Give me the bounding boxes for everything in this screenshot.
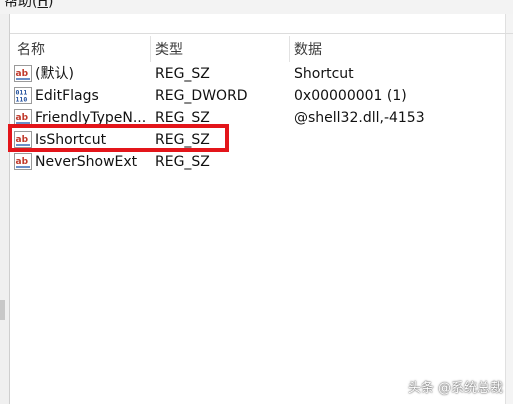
value-name: IsShortcut — [35, 132, 107, 148]
list-top-divider — [10, 33, 513, 34]
menu-bar: 帮助(H) — [0, 0, 513, 14]
registry-editor-window: 帮助(H) 名称 类型 数据 ab (默认) REG_SZ Shortcut 0… — [0, 0, 513, 404]
string-value-icon: ab — [14, 153, 32, 170]
binary-value-icon: 011 110 — [14, 87, 32, 104]
column-header-name[interactable]: 名称 — [17, 40, 45, 60]
value-name: (默认) — [35, 66, 74, 82]
value-data: Shortcut — [294, 66, 354, 82]
svg-text:ab: ab — [16, 135, 29, 145]
column-header-data[interactable]: 数据 — [294, 40, 322, 60]
watermark-text: 头条 @系统总裁 — [407, 381, 503, 396]
svg-text:ab: ab — [16, 157, 29, 167]
table-row[interactable]: ab FriendlyTypeN... REG_SZ @shell32.dll,… — [14, 107, 504, 129]
value-name: NeverShowExt — [35, 154, 138, 170]
column-divider[interactable] — [289, 36, 290, 62]
value-name: EditFlags — [35, 88, 99, 104]
tree-pane-edge[interactable] — [0, 14, 10, 404]
menu-help-label: 帮助( — [4, 0, 38, 10]
menu-help[interactable]: 帮助(H) — [4, 0, 53, 11]
vertical-scrollbar[interactable] — [505, 14, 513, 404]
value-type: REG_SZ — [155, 132, 210, 148]
string-value-icon: ab — [14, 131, 32, 148]
table-row[interactable]: ab NeverShowExt REG_SZ — [14, 151, 504, 173]
column-divider[interactable] — [150, 36, 151, 62]
svg-text:110: 110 — [16, 96, 28, 104]
menu-help-accelerator: H — [37, 0, 48, 10]
value-type: REG_SZ — [155, 66, 210, 82]
menu-help-close-paren: ) — [48, 0, 54, 10]
svg-text:ab: ab — [16, 69, 29, 79]
table-row[interactable]: 011 110 EditFlags REG_DWORD 0x00000001 (… — [14, 85, 504, 107]
value-name: FriendlyTypeN... — [35, 110, 147, 126]
value-type: REG_SZ — [155, 154, 210, 170]
column-header-type[interactable]: 类型 — [155, 40, 183, 60]
value-data: @shell32.dll,-4153 — [294, 110, 425, 126]
table-row[interactable]: ab (默认) REG_SZ Shortcut — [14, 63, 504, 85]
table-row-isshortcut[interactable]: ab IsShortcut REG_SZ — [14, 129, 504, 151]
string-value-icon: ab — [14, 65, 32, 82]
value-data: 0x00000001 (1) — [294, 88, 407, 104]
value-type: REG_DWORD — [155, 88, 248, 104]
string-value-icon: ab — [14, 109, 32, 126]
value-type: REG_SZ — [155, 110, 210, 126]
svg-text:ab: ab — [16, 113, 29, 123]
splitter-handle[interactable] — [0, 300, 5, 320]
